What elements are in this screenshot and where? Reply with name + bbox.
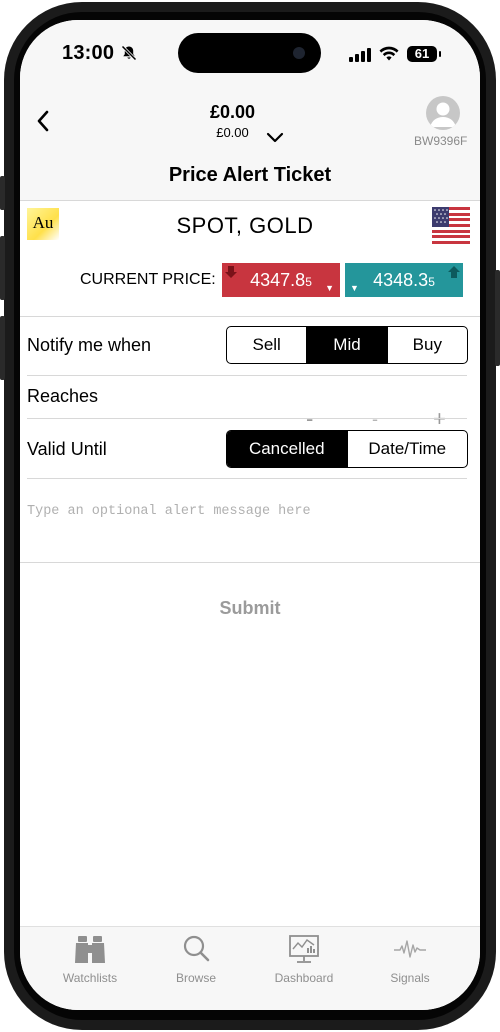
reaches-value[interactable]: - [372, 409, 378, 430]
divider [20, 316, 480, 317]
dynamic-island [178, 33, 321, 73]
side-button [0, 176, 5, 210]
buy-price-button[interactable]: 4348.35 ▼ [345, 263, 463, 297]
current-price-label: CURRENT PRICE: [80, 271, 216, 288]
search-icon [183, 935, 210, 962]
bell-muted-icon [121, 45, 137, 61]
reaches-increment-button[interactable]: + [433, 406, 446, 432]
status-time: 13:00 [62, 42, 115, 64]
header: £0.00 £0.00 BW9396F [20, 90, 480, 150]
valid-option-datetime[interactable]: Date/Time [346, 431, 468, 467]
notify-option-buy[interactable]: Buy [386, 327, 467, 363]
divider [20, 200, 480, 201]
notify-option-sell[interactable]: Sell [227, 327, 306, 363]
sell-price-pip: 5 [305, 275, 312, 289]
divider [20, 562, 480, 563]
app-screen: 13:00 61 £0.00 £0.00 BW9396F Price Alert… [20, 20, 480, 1010]
arrow-up-icon [448, 266, 460, 278]
reaches-decrement-button[interactable]: - [306, 406, 313, 432]
notify-label: Notify me when [27, 335, 152, 355]
notify-segmented-control: Sell Mid Buy [226, 326, 468, 364]
account-balance[interactable]: £0.00 [170, 102, 295, 123]
caret-down-icon: ▼ [325, 283, 334, 293]
divider [27, 478, 467, 479]
page-title: Price Alert Ticket [20, 164, 480, 200]
submit-button[interactable]: Submit [20, 598, 480, 619]
divider [27, 418, 467, 419]
status-bar: 13:00 61 [20, 20, 480, 90]
divider [27, 375, 467, 376]
sell-price-main: 4347.8 [250, 270, 306, 290]
instrument-name: SPOT, GOLD [176, 213, 314, 238]
gold-symbol-badge: Au [27, 208, 59, 240]
arrow-down-icon [225, 266, 237, 278]
notify-option-mid[interactable]: Mid [306, 327, 387, 363]
back-chevron-icon[interactable] [36, 110, 50, 132]
reaches-label: Reaches [27, 386, 99, 406]
camera-icon [293, 47, 305, 59]
avatar[interactable] [426, 96, 460, 130]
tab-bar: Watchlists Browse Dashboard Signals [20, 926, 480, 1010]
side-button [0, 236, 5, 300]
tab-label: Browse [175, 971, 216, 985]
tab-label: Watchlists [62, 971, 118, 985]
sell-price-button[interactable]: 4347.85 ▼ [222, 263, 340, 297]
wifi-icon [379, 46, 399, 61]
valid-option-cancelled[interactable]: Cancelled [227, 431, 347, 467]
binoculars-icon [75, 936, 105, 963]
user-id: BW9396F [414, 134, 468, 148]
dashboard-icon [289, 935, 319, 963]
tab-label: Dashboard [274, 971, 334, 985]
caret-down-icon: ▼ [350, 283, 359, 293]
tab-label: Signals [390, 971, 430, 985]
valid-until-segmented-control: Cancelled Date/Time [226, 430, 468, 468]
side-button [495, 270, 500, 366]
alert-message-field[interactable]: Type an optional alert message here [27, 504, 311, 519]
side-button [0, 316, 5, 380]
valid-until-label: Valid Until [27, 439, 107, 459]
us-flag-icon [432, 207, 470, 244]
battery-icon: 61 [407, 46, 441, 62]
chevron-down-icon[interactable] [266, 132, 284, 144]
cellular-signal-icon [349, 48, 371, 62]
buy-price-pip: 5 [428, 275, 435, 289]
user-icon [430, 102, 456, 127]
signals-icon [394, 940, 426, 958]
buy-price-main: 4348.3 [373, 270, 429, 290]
